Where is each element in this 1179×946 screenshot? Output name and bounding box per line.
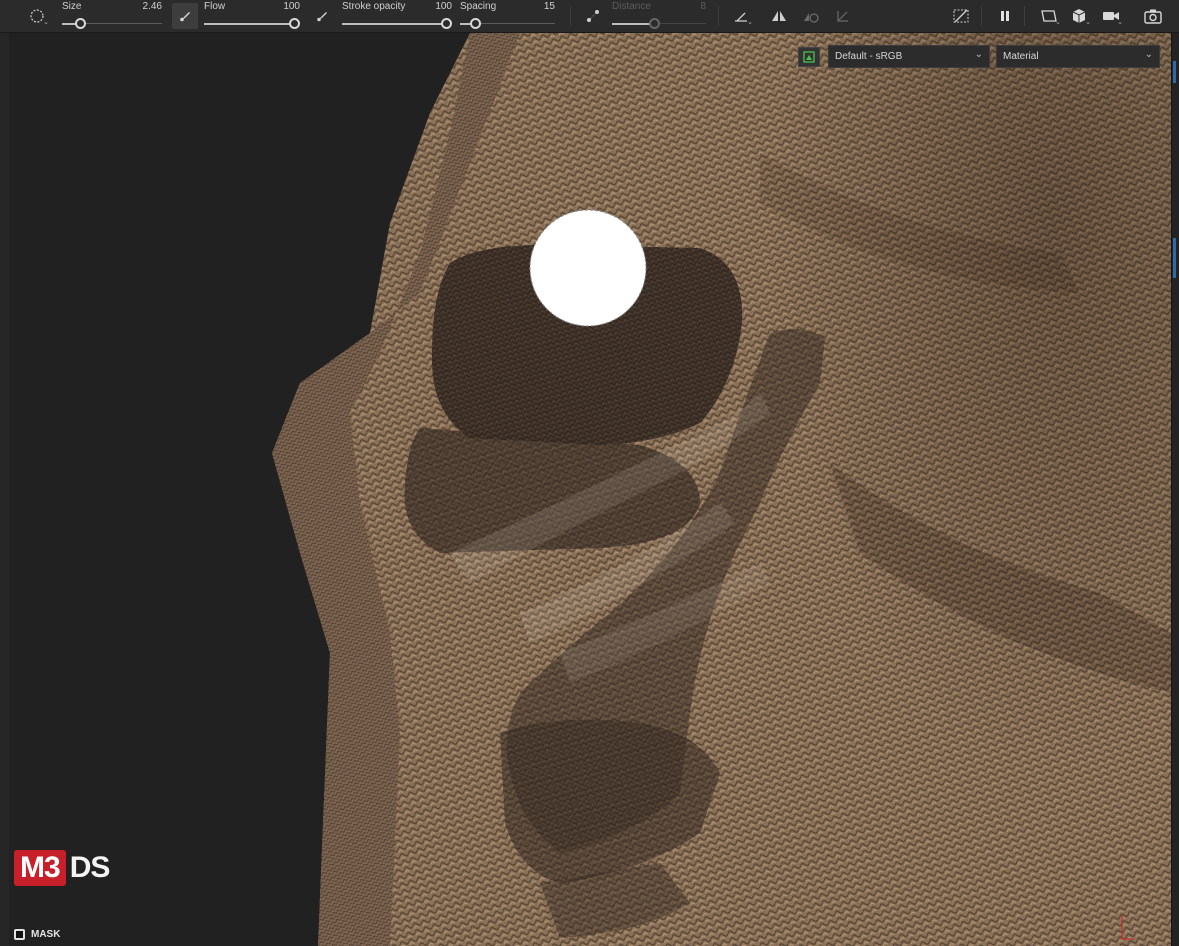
toolbar-divider (718, 6, 719, 26)
display-channel-select[interactable]: Material ⌄ (996, 45, 1160, 68)
mirror-rotate-icon[interactable] (798, 3, 824, 29)
panel-marker (1173, 238, 1176, 278)
size-knob[interactable] (75, 18, 86, 29)
size-value[interactable]: 2.46 (143, 1, 162, 12)
3d-viewport[interactable]: Default - sRGB ⌄ Material ⌄ (0, 33, 1171, 946)
distance-slider[interactable]: Distance 8 (612, 0, 706, 33)
mirror-icon[interactable] (766, 3, 792, 29)
cube-icon[interactable]: ⌄ (1066, 3, 1092, 29)
toolbar-divider (570, 6, 571, 26)
display-channel-value: Material (1003, 51, 1039, 62)
watermark-logo: M3 DS (14, 850, 111, 886)
symmetry-icon[interactable]: ⌄ (728, 3, 754, 29)
viewport-mode-icon[interactable]: ⌄ (1036, 3, 1062, 29)
layers-icon (803, 51, 815, 63)
chevron-down-icon: ⌄ (1144, 49, 1153, 60)
stroke-opacity-knob[interactable] (441, 18, 452, 29)
painter-app: ⌄ Size 2.46 Flow 100 Stroke opacity 100 (0, 0, 1179, 946)
screenshot-icon[interactable] (1140, 3, 1166, 29)
axis-gizmo-icon (1121, 915, 1134, 940)
color-profile-toggle[interactable] (798, 47, 820, 67)
flow-slider[interactable]: Flow 100 (204, 0, 300, 33)
spacing-knob[interactable] (470, 18, 481, 29)
brush-shape-icon[interactable]: ⌄ (24, 3, 50, 29)
mask-label: MASK (31, 929, 61, 940)
stroke-opacity-slider[interactable]: Stroke opacity 100 (342, 0, 452, 33)
toolbar-divider (981, 6, 982, 26)
size-slider[interactable]: Size 2.46 (62, 0, 162, 33)
logo-text: DS (69, 851, 111, 884)
panel-marker (1173, 61, 1176, 83)
stroke-opacity-value[interactable]: 100 (435, 1, 452, 12)
cloth-mesh (272, 33, 1171, 946)
mask-checkbox[interactable] (14, 929, 25, 940)
brush-tip-icon[interactable] (172, 3, 198, 29)
logo-box: M3 (14, 850, 66, 886)
brush-toolbar: ⌄ Size 2.46 Flow 100 Stroke opacity 100 (0, 0, 1179, 33)
hide-mesh-icon[interactable] (948, 3, 974, 29)
toolbar-divider (1024, 6, 1025, 26)
brush-cursor (529, 209, 647, 327)
stroke-opacity-label: Stroke opacity (342, 1, 406, 12)
color-profile-value: Default - sRGB (835, 51, 903, 62)
right-panel-edge (1171, 33, 1179, 946)
flow-label: Flow (204, 1, 226, 12)
lazy-mouse-icon[interactable] (580, 3, 606, 29)
size-label: Size (62, 1, 82, 12)
color-profile-select[interactable]: Default - sRGB ⌄ (828, 45, 990, 68)
spacing-value[interactable]: 15 (544, 1, 555, 12)
stroke-opacity-fill (342, 23, 446, 25)
spacing-slider[interactable]: Spacing 15 (460, 0, 555, 33)
pause-icon[interactable] (992, 3, 1018, 29)
mask-toggle[interactable]: MASK (14, 929, 60, 940)
flow-knob[interactable] (289, 18, 300, 29)
flow-value[interactable]: 100 (283, 1, 300, 12)
tangent-icon[interactable] (830, 3, 856, 29)
camera-icon[interactable]: ⌄ (1098, 3, 1124, 29)
left-panel-edge (0, 33, 9, 946)
chevron-down-icon: ⌄ (974, 49, 983, 60)
spacing-label: Spacing (460, 1, 497, 12)
distance-fill (612, 23, 654, 25)
flow-fill (204, 23, 294, 25)
distance-value[interactable]: 8 (700, 1, 706, 12)
alpha-icon[interactable] (309, 3, 335, 29)
distance-knob[interactable] (649, 18, 660, 29)
distance-label: Distance (612, 1, 651, 12)
